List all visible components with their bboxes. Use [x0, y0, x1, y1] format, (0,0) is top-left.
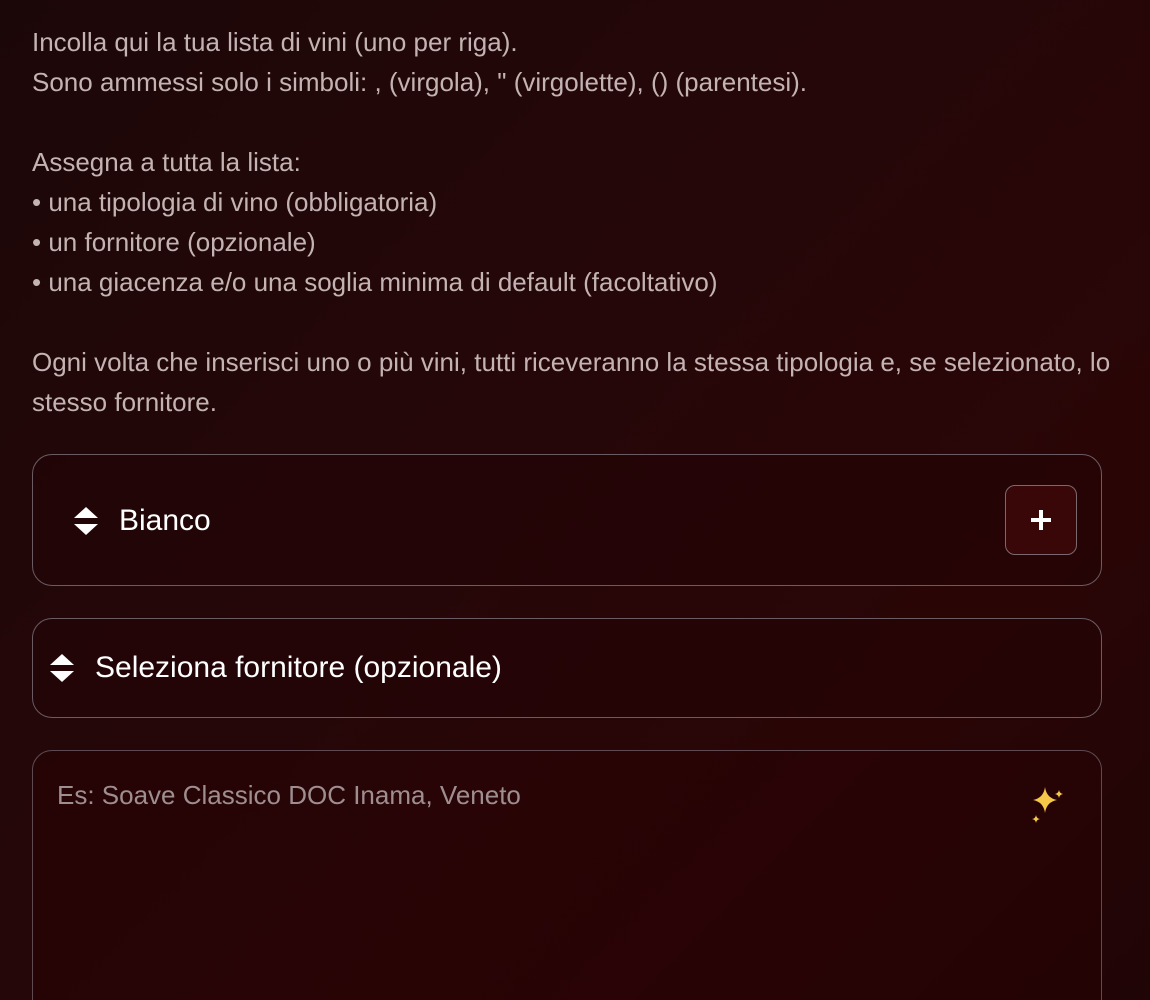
instruction-line: Sono ammessi solo i simboli: , (virgola)…: [32, 67, 808, 97]
instructions-text: Incolla qui la tua lista di vini (uno pe…: [32, 22, 1112, 422]
wine-list-input[interactable]: [57, 775, 997, 995]
fornitore-select[interactable]: Seleziona fornitore (opzionale): [32, 618, 1102, 718]
tipologia-value: Bianco: [119, 504, 211, 537]
wine-list-container: [32, 750, 1102, 1000]
instruction-bullet: • una giacenza e/o una soglia minima di …: [32, 267, 718, 297]
instruction-line: Incolla qui la tua lista di vini (uno pe…: [32, 27, 518, 57]
instruction-line: Ogni volta che inserisci uno o più vini,…: [32, 347, 1111, 417]
instruction-bullet: • un fornitore (opzionale): [32, 227, 316, 257]
plus-icon: [1031, 510, 1051, 530]
sort-icon: [74, 507, 98, 535]
instruction-bullet: • una tipologia di vino (obbligatoria): [32, 187, 438, 217]
fornitore-value: Seleziona fornitore (opzionale): [95, 651, 502, 684]
tipologia-select[interactable]: Bianco: [32, 454, 1102, 586]
sort-icon: [50, 654, 74, 682]
add-tipologia-button[interactable]: [1005, 485, 1077, 555]
sparkle-icon[interactable]: [1029, 785, 1065, 825]
instruction-line: Assegna a tutta la lista:: [32, 147, 301, 177]
